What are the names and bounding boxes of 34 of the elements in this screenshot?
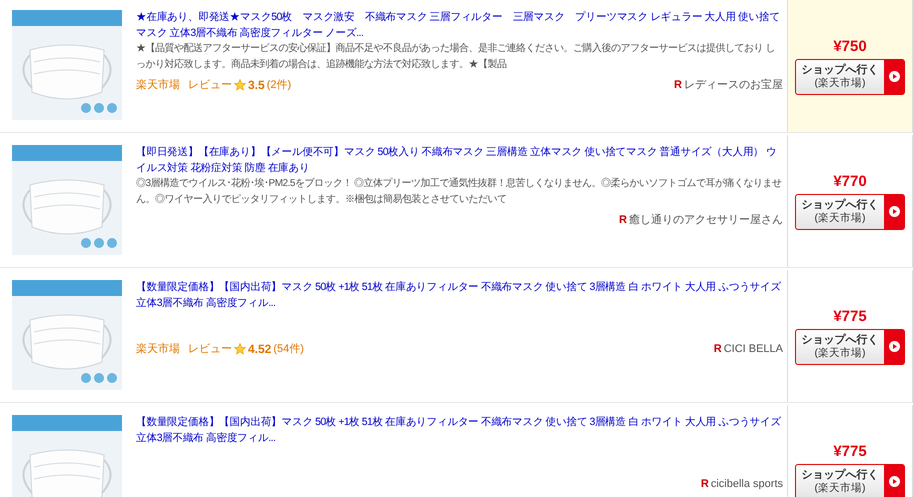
star-icon (234, 343, 246, 355)
rating-value: 3.5 (248, 77, 265, 93)
shop-logo: R (700, 477, 709, 492)
price: ¥775 (833, 442, 867, 460)
price: ¥775 (833, 308, 867, 324)
star-icon (234, 79, 246, 91)
shop-logo: R (714, 342, 722, 357)
product-title-link[interactable]: 【即日発送】【在庫あり】【メール便不可】マスク 50枚入り 不織布マスク 三層構造 立体マスク 使い捨てマスク 普通サイズ（大人用） ウイルス対策 花粉症対策 防塵 在庫あり (136, 144, 783, 176)
play-icon (888, 206, 900, 217)
market-label: 楽天市場 (136, 78, 180, 93)
shop-name-link[interactable]: 癒し通りのアクセサリー屋さん (629, 212, 783, 228)
review-count: (2件) (266, 78, 292, 93)
play-icon (888, 341, 900, 352)
shop-logo: R (674, 78, 682, 93)
play-icon (888, 71, 900, 82)
go-to-shop-button[interactable]: ショップへ行く (楽天市場) (795, 194, 905, 230)
shop-name-link[interactable]: cicibella sports (710, 476, 783, 492)
product-title-link[interactable]: 【数量限定価格】【国内出荷】マスク 50枚 +1枚 51枚 在庫ありフィルター 不織布マスク 使い捨て 3層構造 白 ホワイト 大人用 ふつうサイズ立体3層不織布 高密度フィル... (136, 279, 783, 311)
price: ¥770 (833, 172, 867, 190)
rating-value: 4.52 (248, 341, 272, 357)
play-icon (888, 476, 900, 487)
go-to-shop-button[interactable]: ショップへ行く (楽天市場) (795, 464, 905, 497)
review-count: (54件) (273, 342, 304, 357)
product-title-link[interactable]: ★在庫あり、即発送★マスク50枚 マスク激安 不織布マスク 三層フィルター 三層マスク プリーツマスク レギュラー 大人用 使い捨てマスク 立体3層不織布 高密度フィルター ノーズ... (136, 9, 783, 41)
shop-logo: R (619, 213, 627, 228)
go-to-shop-button[interactable]: ショップへ行く (楽天市場) (795, 328, 905, 364)
price: ¥750 (833, 38, 867, 54)
product-title-link[interactable]: 【数量限定価格】【国内出荷】マスク 50枚 +1枚 51枚 在庫ありフィルター 不織布マスク 使い捨て 3層構造 白 ホワイト 大人用 ふつうサイズ立体3層不織布 高密度フィル... (136, 414, 783, 446)
product-description: ◎3層構造でウイルス･花粉･埃･PM2.5をブロック！ ◎立体プリーツ加工で通気性抜群！息苦しくなりません。◎柔らかいソフトゴムで耳が痛くなりません。◎ワイヤー入りでピッタリフィットします。※梱包は簡易包装とさせていただいて (136, 176, 783, 207)
shop-name-link[interactable]: CICI BELLA (724, 341, 783, 357)
product-description: ★【品質や配送アフターサービスの安心保証】商品不足や不良品があった場合、是非ご連絡ください。ご購入後のアフターサービスは提供しており しっかり対応致します。商品未到着の場合は、追跡機能な方法で対応致します。★【製品 (136, 42, 776, 72)
go-to-shop-button[interactable]: ショップへ行く (楽天市場) (795, 58, 905, 94)
market-label: 楽天市場 (136, 342, 180, 357)
shop-name-link[interactable]: レディースのお宝屋 (684, 77, 783, 93)
